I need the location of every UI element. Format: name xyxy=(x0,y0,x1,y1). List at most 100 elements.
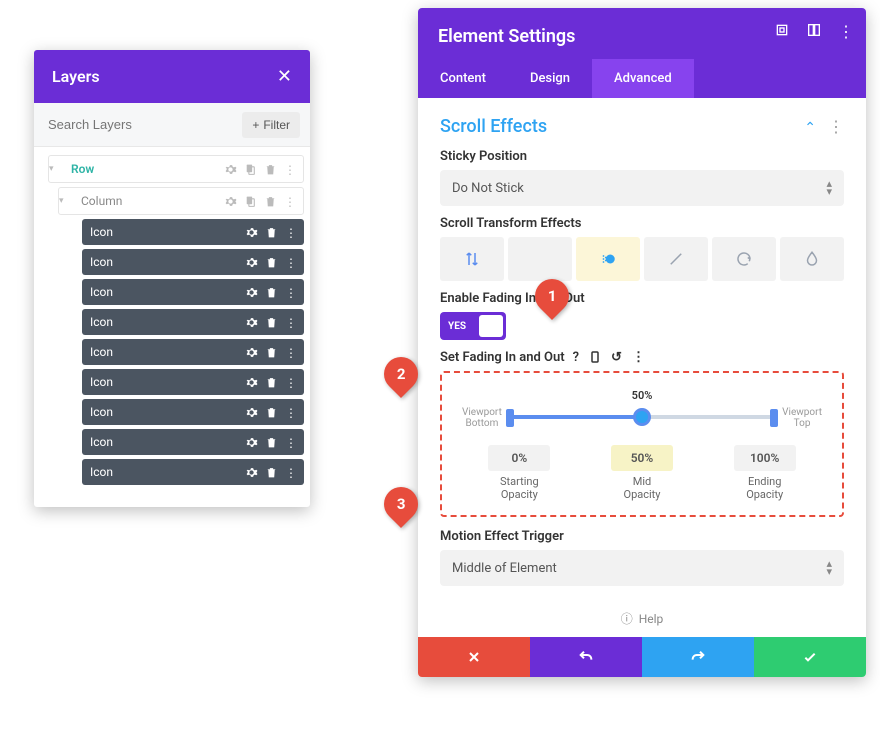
trash-icon[interactable] xyxy=(265,406,278,419)
trash-icon[interactable] xyxy=(265,466,278,479)
opacity-mid-value[interactable]: 50% xyxy=(611,445,673,471)
tabs: Content Design Advanced xyxy=(418,59,866,98)
layer-row-row[interactable]: ▾ Row ⋮ xyxy=(48,155,304,183)
layer-row-icon[interactable]: Icon⋮ xyxy=(82,399,304,425)
opacity-start-value[interactable]: 0% xyxy=(488,445,550,471)
trash-icon[interactable] xyxy=(265,226,278,239)
sticky-select[interactable]: Do Not Stick ▴▾ xyxy=(440,170,844,206)
trash-icon[interactable] xyxy=(264,195,277,208)
duplicate-icon[interactable] xyxy=(244,195,257,208)
layers-toolbar: + Filter xyxy=(34,103,310,147)
footer xyxy=(418,637,866,677)
dots-icon[interactable]: ⋮ xyxy=(285,316,298,329)
layer-row-icon[interactable]: Icon⋮ xyxy=(82,279,304,305)
phone-icon[interactable] xyxy=(589,350,601,365)
header-icons: ⋮ xyxy=(774,22,854,38)
dots-icon[interactable]: ⋮ xyxy=(285,286,298,299)
layer-row-column[interactable]: ▾ Column ⋮ xyxy=(58,187,304,215)
filter-button[interactable]: + Filter xyxy=(242,112,300,138)
handle-left[interactable] xyxy=(506,409,514,427)
expand-icon[interactable] xyxy=(774,22,790,38)
section-scroll-effects[interactable]: Scroll Effects ⌃ ⋮ xyxy=(440,116,844,137)
effect-scale[interactable] xyxy=(644,237,708,281)
layers-panel: Layers ✕ + Filter ▾ Row ⋮ ▾ Column xyxy=(34,50,310,507)
trash-icon[interactable] xyxy=(265,346,278,359)
help-icon[interactable]: ? xyxy=(573,350,579,365)
effect-fade[interactable] xyxy=(576,237,640,281)
trash-icon[interactable] xyxy=(264,163,277,176)
enable-fade-label: Enable Fading In and Out xyxy=(440,291,844,306)
save-button[interactable] xyxy=(754,637,866,677)
layer-row-icon[interactable]: Icon ⋮ xyxy=(82,249,304,275)
reset-icon[interactable]: ↺ xyxy=(611,350,622,365)
dots-icon[interactable]: ⋮ xyxy=(285,256,298,269)
opacity-start-label: Starting Opacity xyxy=(464,475,575,501)
opacity-row: 0% Starting Opacity 50% Mid Opacity 100%… xyxy=(464,445,820,501)
dots-icon[interactable]: ⋮ xyxy=(284,163,297,176)
gear-icon[interactable] xyxy=(245,406,258,419)
layer-row-icon[interactable]: Icon ⋮ xyxy=(82,429,304,455)
dots-icon[interactable]: ⋮ xyxy=(285,406,298,419)
help-link[interactable]: ⓘ Help xyxy=(418,600,866,637)
effect-blur[interactable] xyxy=(780,237,844,281)
trash-icon[interactable] xyxy=(265,316,278,329)
trash-icon[interactable] xyxy=(265,256,278,269)
search-input[interactable] xyxy=(44,111,234,138)
select-caret-icon: ▴▾ xyxy=(826,560,832,576)
gear-icon[interactable] xyxy=(224,195,237,208)
layer-row-icon[interactable]: Icon⋮ xyxy=(82,309,304,335)
motion-trigger-select[interactable]: Middle of Element ▴▾ xyxy=(440,550,844,586)
gear-icon[interactable] xyxy=(245,466,258,479)
cancel-button[interactable] xyxy=(418,637,530,677)
dots-icon[interactable]: ⋮ xyxy=(285,466,298,479)
columns-icon[interactable] xyxy=(806,22,822,38)
enable-fade-toggle[interactable]: YES xyxy=(440,312,506,340)
handle-mid[interactable] xyxy=(633,408,651,426)
undo-button[interactable] xyxy=(530,637,642,677)
gear-icon[interactable] xyxy=(245,346,258,359)
gear-icon[interactable] xyxy=(245,376,258,389)
redo-button[interactable] xyxy=(642,637,754,677)
layer-row-icon[interactable]: Icon⋮ xyxy=(82,339,304,365)
gear-icon[interactable] xyxy=(245,256,258,269)
gear-icon[interactable] xyxy=(224,163,237,176)
tab-advanced[interactable]: Advanced xyxy=(592,59,694,98)
dots-icon[interactable]: ⋮ xyxy=(285,436,298,449)
effect-vertical[interactable] xyxy=(440,237,504,281)
gear-icon[interactable] xyxy=(245,226,258,239)
layer-tree: ▾ Row ⋮ ▾ Column ⋮ Icon⋮Icon⋮Icon⋮Icon⋮I… xyxy=(34,147,310,507)
trash-icon[interactable] xyxy=(265,376,278,389)
dots-icon[interactable]: ⋮ xyxy=(284,195,297,208)
tab-design[interactable]: Design xyxy=(508,59,592,98)
layer-row-icon[interactable]: Icon⋮ xyxy=(82,219,304,245)
layer-label: Icon xyxy=(82,249,239,275)
trash-icon[interactable] xyxy=(265,286,278,299)
layer-label: Icon xyxy=(82,429,239,455)
fade-track[interactable]: 50% Viewport Bottom Viewport Top xyxy=(462,389,822,437)
dots-icon[interactable]: ⋮ xyxy=(285,226,298,239)
layer-row-icon[interactable]: Icon⋮ xyxy=(82,459,304,485)
dots-icon[interactable]: ⋮ xyxy=(285,346,298,359)
dots-icon[interactable]: ⋮ xyxy=(828,117,844,136)
gear-icon[interactable] xyxy=(245,436,258,449)
gear-icon[interactable] xyxy=(245,316,258,329)
dots-icon[interactable]: ⋮ xyxy=(632,350,645,365)
effect-rotate[interactable] xyxy=(712,237,776,281)
layer-row-icon[interactable]: Icon⋮ xyxy=(82,369,304,395)
trash-icon[interactable] xyxy=(265,436,278,449)
chevron-down-icon[interactable]: ▾ xyxy=(49,164,59,174)
close-icon[interactable]: ✕ xyxy=(277,66,292,87)
opacity-end-label: Ending Opacity xyxy=(709,475,820,501)
chevron-down-icon[interactable]: ▾ xyxy=(59,196,69,206)
dots-icon[interactable]: ⋮ xyxy=(285,376,298,389)
gear-icon[interactable] xyxy=(245,286,258,299)
tab-content[interactable]: Content xyxy=(418,59,508,98)
opacity-end-value[interactable]: 100% xyxy=(734,445,796,471)
row-actions: ⋮ xyxy=(218,163,303,176)
handle-right[interactable] xyxy=(770,409,778,427)
effect-horizontal[interactable] xyxy=(508,237,572,281)
dots-icon[interactable]: ⋮ xyxy=(838,22,854,38)
duplicate-icon[interactable] xyxy=(244,163,257,176)
chevron-up-icon[interactable]: ⌃ xyxy=(804,120,816,136)
field-icons: ? ↺ ⋮ xyxy=(573,350,645,365)
